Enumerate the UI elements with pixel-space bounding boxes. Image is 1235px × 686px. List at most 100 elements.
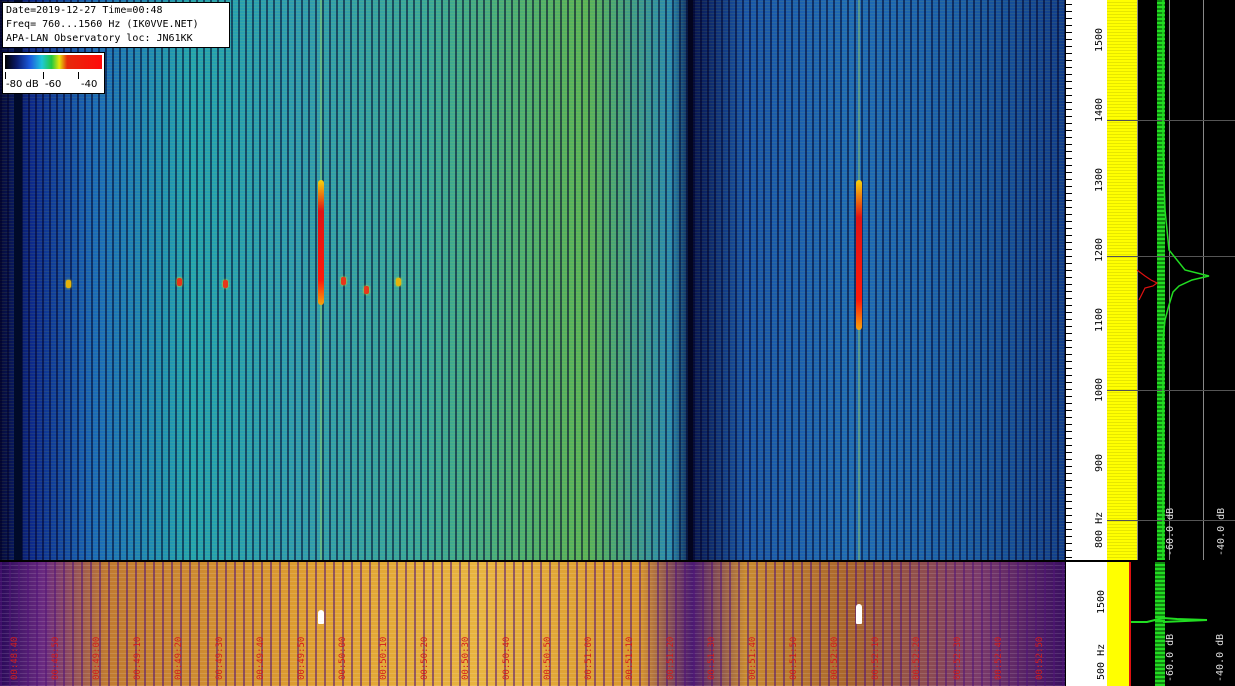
time-label: 00:51:20: [666, 636, 676, 680]
minor-tick: [1066, 403, 1072, 404]
info-observatory: APA-LAN Observatory loc: JN61KK: [6, 33, 193, 44]
minor-tick: [1066, 32, 1072, 33]
echo-dot: [341, 277, 346, 285]
time-label: 00:49:00: [92, 636, 102, 680]
minor-tick: [1066, 424, 1072, 425]
frequency-tick: 1500: [1094, 27, 1105, 52]
time-label: 00:48:50: [51, 636, 61, 680]
time-label: 00:49:20: [174, 636, 184, 680]
minor-tick: [1066, 214, 1072, 215]
minor-tick: [1066, 11, 1072, 12]
time-label: 00:50:20: [420, 636, 430, 680]
minor-tick: [1066, 25, 1072, 26]
time-label: 00:49:50: [297, 636, 307, 680]
color-gradient-bar: [5, 55, 102, 69]
minor-tick: [1066, 361, 1072, 362]
minor-tick: [1066, 242, 1072, 243]
minor-tick: [1066, 186, 1072, 187]
frequency-tick: 1200: [1094, 237, 1105, 262]
minor-tick: [1066, 319, 1072, 320]
minor-tick: [1066, 536, 1072, 537]
info-date-time: Date=2019-12-27 Time=00:48: [6, 5, 163, 16]
time-label: 00:48:40: [10, 636, 20, 680]
frequency-tick: 900: [1094, 453, 1105, 472]
minor-tick: [1066, 144, 1072, 145]
info-box: Date=2019-12-27 Time=00:48 Freq= 760...1…: [2, 2, 230, 48]
minor-tick: [1066, 312, 1072, 313]
echo-dot: [66, 280, 71, 288]
minor-tick: [1066, 193, 1072, 194]
minor-tick: [1066, 452, 1072, 453]
minor-tick: [1066, 130, 1072, 131]
minor-tick: [1066, 263, 1072, 264]
minor-tick: [1066, 256, 1072, 257]
minor-tick: [1066, 298, 1072, 299]
wideband-spectrum-panel: -60.0 dB -40.0 dB: [1107, 562, 1235, 686]
minor-tick: [1066, 417, 1072, 418]
minor-tick: [1066, 501, 1072, 502]
legend-label-mid: -60: [45, 79, 62, 90]
minor-tick: [1066, 46, 1072, 47]
echo-dot: [177, 278, 182, 286]
time-label: 00:50:00: [338, 636, 348, 680]
minor-tick: [1066, 410, 1072, 411]
echo-dot: [223, 280, 228, 288]
minor-tick: [1066, 123, 1072, 124]
time-label: 00:49:10: [133, 636, 143, 680]
minor-tick: [1066, 326, 1072, 327]
minor-tick: [1066, 179, 1072, 180]
spectrogram-waterfall: [0, 0, 1065, 560]
minor-tick: [1066, 109, 1072, 110]
minor-tick: [1066, 340, 1072, 341]
minor-tick: [1066, 74, 1072, 75]
minor-tick: [1066, 88, 1072, 89]
minor-tick: [1066, 543, 1072, 544]
minor-tick: [1066, 368, 1072, 369]
echo-dot: [396, 278, 401, 286]
frequency-tick: 1400: [1094, 97, 1105, 122]
minor-tick: [1066, 172, 1072, 173]
minor-tick: [1066, 550, 1072, 551]
meteor-echo: [856, 180, 862, 330]
time-label: 00:50:30: [461, 636, 471, 680]
minor-tick: [1066, 466, 1072, 467]
minor-tick: [1066, 389, 1072, 390]
minor-tick: [1066, 95, 1072, 96]
legend-tick: [5, 72, 6, 79]
time-label: 00:51:00: [584, 636, 594, 680]
db-label-60: -60.0 dB: [1165, 507, 1176, 556]
minor-tick: [1066, 487, 1072, 488]
minor-tick: [1066, 305, 1072, 306]
minor-tick: [1066, 4, 1072, 5]
time-label: 00:52:00: [830, 636, 840, 680]
legend-label-max: -40: [81, 79, 98, 90]
minor-tick: [1066, 480, 1072, 481]
meteor-echo-wideband: [856, 604, 862, 624]
wideband-waterfall: 00:48:40 00:48:50 00:49:00 00:49:10 00:49:20…: [0, 562, 1065, 686]
minor-tick: [1066, 151, 1072, 152]
time-label: 00:51:50: [789, 636, 799, 680]
wideband-db-label-60: -60.0 dB: [1165, 633, 1176, 682]
legend-label-min: -80 dB: [6, 79, 39, 90]
frequency-tick: 1300: [1094, 167, 1105, 192]
minor-tick: [1066, 221, 1072, 222]
time-label: 00:51:30: [707, 636, 717, 680]
minor-tick: [1066, 438, 1072, 439]
legend-tick: [43, 72, 44, 79]
minor-tick: [1066, 557, 1072, 558]
minor-tick: [1066, 347, 1072, 348]
minor-tick: [1066, 382, 1072, 383]
wideband-tick-500: 500 Hz: [1096, 643, 1107, 680]
minor-tick: [1066, 473, 1072, 474]
time-label: 00:52:20: [912, 636, 922, 680]
minor-tick: [1066, 207, 1072, 208]
spectrum-panel: -60.0 dB -40.0 dB: [1107, 0, 1235, 560]
frequency-axis: 1500 1400 1300 1200 1100 1000 900 800 Hz: [1065, 0, 1108, 560]
minor-tick: [1066, 81, 1072, 82]
minor-tick: [1066, 445, 1072, 446]
frequency-tick: 1000: [1094, 377, 1105, 402]
time-label: 00:52:40: [994, 636, 1004, 680]
minor-tick: [1066, 431, 1072, 432]
color-scale-legend: -80 dB -60 -40: [2, 52, 105, 94]
minor-tick: [1066, 333, 1072, 334]
